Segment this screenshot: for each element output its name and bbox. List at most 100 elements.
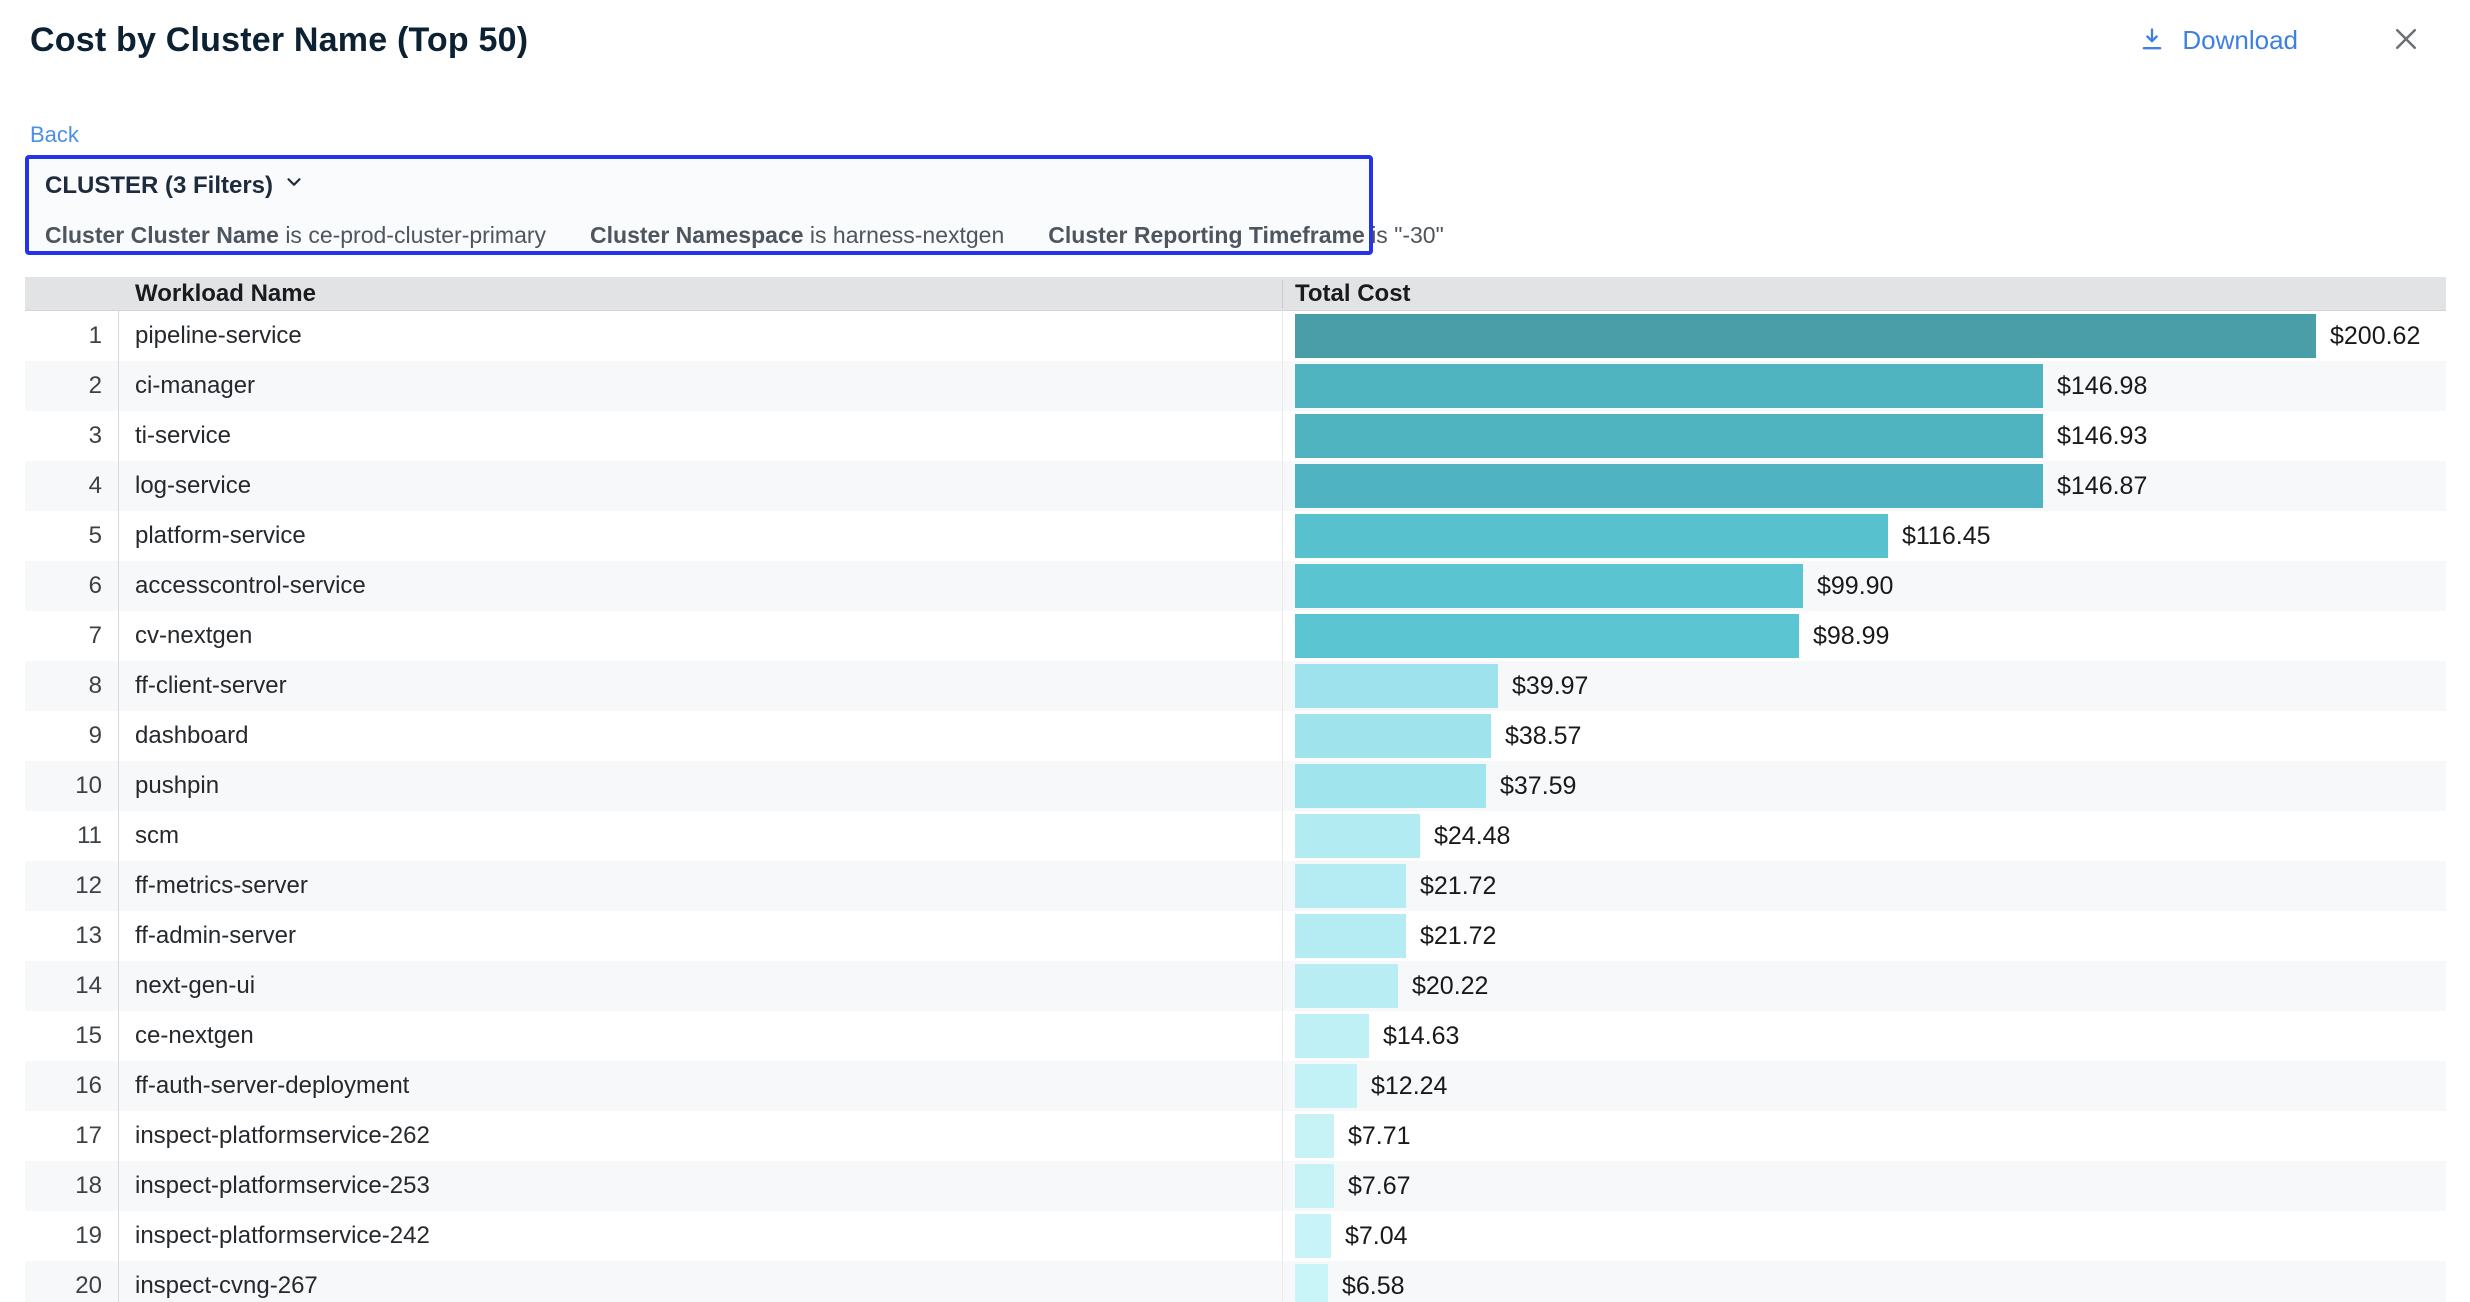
table-row: 20inspect-cvng-267$6.58 [25, 1261, 2446, 1302]
rank-cell: 18 [25, 1161, 119, 1211]
cost-bar [1295, 364, 2043, 408]
close-button[interactable] [2386, 20, 2426, 60]
table-row: 12ff-metrics-server $21.72 [25, 861, 2446, 911]
cost-bar [1295, 914, 1406, 958]
cost-value-label: $116.45 [1902, 522, 1991, 551]
workload-name-cell: dashboard [119, 711, 1283, 761]
filter-criterion-value: is ce-prod-cluster-primary [285, 222, 546, 248]
cost-bar [1295, 464, 2043, 508]
cost-bar [1295, 764, 1486, 808]
filter-criterion-value: is harness-nextgen [810, 222, 1004, 248]
total-cost-cell: $38.57 [1283, 711, 2446, 761]
filter-criterion-field: Cluster Reporting Timeframe [1048, 222, 1371, 248]
table-row: 16ff-auth-server-deployment$12.24 [25, 1061, 2446, 1111]
cost-value-label: $39.97 [1512, 672, 1588, 701]
table-row: 8ff-client-server $39.97 [25, 661, 2446, 711]
cost-bar [1295, 1064, 1357, 1108]
back-link[interactable]: Back [30, 122, 79, 148]
total-cost-cell: $24.48 [1283, 811, 2446, 861]
total-cost-column-header: Total Cost [1283, 280, 2446, 308]
total-cost-cell: $99.90 [1283, 561, 2446, 611]
total-cost-cell: $146.93 [1283, 411, 2446, 461]
filter-criterion[interactable]: Cluster Reporting Timeframe is "-30" [1048, 222, 1444, 249]
total-cost-cell: $37.59 [1283, 761, 2446, 811]
cost-bar [1295, 614, 1799, 658]
cost-value-label: $7.04 [1345, 1222, 1408, 1251]
cost-bar [1295, 514, 1888, 558]
download-button[interactable]: Download [2138, 25, 2298, 56]
cost-drilldown-modal: Cost by Cluster Name (Top 50) Download B… [0, 0, 2470, 1302]
workload-name-cell: ff-metrics-server [119, 861, 1283, 911]
rank-cell: 10 [25, 761, 119, 811]
total-cost-cell: $7.71 [1283, 1111, 2446, 1161]
cost-value-label: $146.93 [2057, 422, 2147, 451]
cost-value-label: $146.98 [2057, 372, 2147, 401]
modal-header: Cost by Cluster Name (Top 50) Download [0, 0, 2470, 80]
table-row: 10pushpin$37.59 [25, 761, 2446, 811]
cost-value-label: $37.59 [1500, 772, 1576, 801]
cost-value-label: $38.57 [1505, 722, 1581, 751]
total-cost-cell: $39.97 [1283, 661, 2446, 711]
table-row: 3ti-service$146.93 [25, 411, 2446, 461]
table-row: 18inspect-platformservice-253 $7.67 [25, 1161, 2446, 1211]
rank-cell: 4 [25, 461, 119, 511]
filter-criterion-field: Cluster Namespace [590, 222, 810, 248]
rank-cell: 11 [25, 811, 119, 861]
workload-name-cell: ci-manager [119, 361, 1283, 411]
rank-cell: 12 [25, 861, 119, 911]
rank-cell: 2 [25, 361, 119, 411]
cost-bar [1295, 1264, 1328, 1302]
cost-bar [1295, 814, 1420, 858]
table-row: 13ff-admin-server$21.72 [25, 911, 2446, 961]
table-row: 11scm$24.48 [25, 811, 2446, 861]
cost-value-label: $98.99 [1813, 622, 1889, 651]
table-row: 4log-service$146.87 [25, 461, 2446, 511]
workload-name-cell: ff-auth-server-deployment [119, 1061, 1283, 1111]
cost-bar [1295, 1164, 1334, 1208]
rank-cell: 19 [25, 1211, 119, 1261]
rank-cell: 13 [25, 911, 119, 961]
table-body: 1pipeline-service$200.622ci-manager$146.… [25, 311, 2446, 1302]
page-title: Cost by Cluster Name (Top 50) [30, 21, 528, 60]
workload-name-cell: next-gen-ui [119, 961, 1283, 1011]
cost-value-label: $12.24 [1371, 1072, 1447, 1101]
workload-name-cell: ti-service [119, 411, 1283, 461]
cost-bar [1295, 964, 1398, 1008]
close-icon [2391, 24, 2421, 57]
cost-value-label: $99.90 [1817, 572, 1893, 601]
filter-panel: CLUSTER (3 Filters) Cluster Cluster Name… [25, 155, 1373, 255]
table-row: 9dashboard $38.57 [25, 711, 2446, 761]
total-cost-cell: $146.98 [1283, 361, 2446, 411]
rank-cell: 8 [25, 661, 119, 711]
filter-dropdown-toggle[interactable]: CLUSTER (3 Filters) [45, 171, 305, 200]
cost-value-label: $7.67 [1348, 1172, 1411, 1201]
workload-name-cell: inspect-platformservice-262 [119, 1111, 1283, 1161]
filter-criterion[interactable]: Cluster Namespace is harness-nextgen [590, 222, 1004, 249]
rank-cell: 15 [25, 1011, 119, 1061]
table-row: 15ce-nextgen$14.63 [25, 1011, 2446, 1061]
rank-cell: 7 [25, 611, 119, 661]
workload-name-column-header: Workload Name [119, 280, 1283, 308]
filter-criterion-value: is "-30" [1371, 222, 1444, 248]
workload-name-cell: inspect-platformservice-253 [119, 1161, 1283, 1211]
workload-name-cell: accesscontrol-service [119, 561, 1283, 611]
total-cost-cell: $20.22 [1283, 961, 2446, 1011]
total-cost-cell: $146.87 [1283, 461, 2446, 511]
workload-name-cell: pipeline-service [119, 311, 1283, 361]
cost-bar [1295, 1214, 1331, 1258]
table-row: 17inspect-platformservice-262 $7.71 [25, 1111, 2446, 1161]
cost-bar [1295, 664, 1498, 708]
rank-cell: 17 [25, 1111, 119, 1161]
rank-cell: 5 [25, 511, 119, 561]
cost-value-label: $21.72 [1420, 872, 1496, 901]
total-cost-cell: $21.72 [1283, 861, 2446, 911]
cost-value-label: $7.71 [1348, 1122, 1411, 1151]
total-cost-cell: $12.24 [1283, 1061, 2446, 1111]
rank-cell: 9 [25, 711, 119, 761]
filter-criterion[interactable]: Cluster Cluster Name is ce-prod-cluster-… [45, 222, 546, 249]
cost-bar [1295, 414, 2043, 458]
workload-name-cell: platform-service [119, 511, 1283, 561]
filter-criteria-list: Cluster Cluster Name is ce-prod-cluster-… [45, 222, 1353, 249]
workload-name-cell: ff-client-server [119, 661, 1283, 711]
cost-value-label: $24.48 [1434, 822, 1510, 851]
